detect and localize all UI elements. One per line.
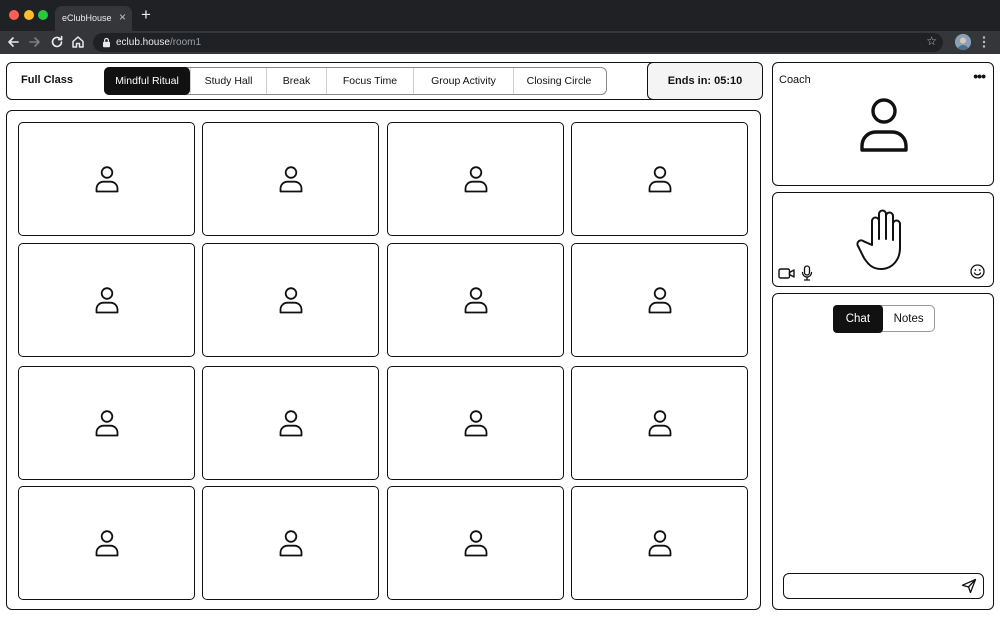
browser-titlebar: eClubHouse × +: [0, 0, 1000, 31]
close-window-button[interactable]: [9, 10, 19, 20]
back-arrow-icon[interactable]: [5, 34, 21, 50]
participant-tile[interactable]: [571, 122, 748, 236]
user-icon: [464, 166, 487, 193]
tab-mindful-ritual[interactable]: Mindful Ritual: [104, 67, 190, 95]
phase-tabs: Mindful Ritual Study Hall Break Focus Time G…: [104, 67, 607, 95]
url-text: eclub.house/room1: [116, 37, 201, 48]
session-timer: Ends in: 05:10: [647, 61, 763, 100]
video-camera-icon[interactable]: [778, 267, 795, 280]
participant-tile[interactable]: [387, 366, 564, 480]
microphone-icon[interactable]: [801, 265, 813, 281]
chat-input-box: [783, 573, 984, 599]
participant-tile[interactable]: [18, 243, 195, 357]
home-icon[interactable]: [70, 34, 86, 50]
user-icon: [95, 530, 118, 557]
coach-label: Coach: [779, 74, 811, 86]
user-icon: [648, 166, 671, 193]
tab-notes[interactable]: Notes: [883, 306, 934, 331]
user-icon: [95, 410, 118, 437]
send-icon[interactable]: [961, 578, 977, 594]
tab-chat[interactable]: Chat: [832, 304, 884, 333]
url-path: /room1: [169, 37, 202, 48]
tab-study-hall[interactable]: Study Hall: [190, 68, 266, 94]
profile-avatar[interactable]: [955, 34, 971, 50]
new-tab-button[interactable]: +: [141, 5, 151, 25]
participant-tile[interactable]: [202, 486, 379, 600]
participant-tile[interactable]: [202, 122, 379, 236]
user-icon: [464, 287, 487, 314]
room-header: Full Class Mindful Ritual Study Hall Break…: [6, 61, 763, 100]
coach-user-icon: [860, 98, 908, 152]
chat-notes-toggle: Chat Notes: [832, 304, 935, 333]
participant-tile[interactable]: [202, 243, 379, 357]
self-view-panel: [772, 192, 994, 287]
tab-title: eClubHouse: [62, 13, 112, 23]
participant-tile[interactable]: [387, 122, 564, 236]
browser-tab[interactable]: eClubHouse ×: [55, 6, 132, 31]
tab-close-icon[interactable]: ×: [119, 10, 126, 24]
participant-tile[interactable]: [571, 366, 748, 480]
tab-break[interactable]: Break: [266, 68, 326, 94]
user-icon: [648, 530, 671, 557]
tab-closing-circle[interactable]: Closing Circle: [513, 68, 604, 94]
participant-tile[interactable]: [571, 486, 748, 600]
url-host: eclub.house: [116, 37, 170, 48]
participant-tile[interactable]: [18, 366, 195, 480]
more-options-icon[interactable]: •••: [973, 69, 986, 83]
user-icon: [279, 530, 302, 557]
chat-input[interactable]: [790, 578, 950, 594]
bookmark-star-icon[interactable]: ☆: [926, 34, 937, 48]
browser-menu-icon[interactable]: [981, 35, 987, 49]
participant-tile[interactable]: [571, 243, 748, 357]
forward-arrow-icon[interactable]: [27, 34, 43, 50]
browser-toolbar: eclub.house/room1 ☆: [0, 31, 1000, 54]
reload-icon[interactable]: [49, 34, 65, 50]
user-icon: [279, 287, 302, 314]
participant-tile[interactable]: [18, 122, 195, 236]
participant-tile[interactable]: [387, 486, 564, 600]
participant-tile[interactable]: [387, 243, 564, 357]
chat-panel: Chat Notes: [772, 293, 994, 610]
lock-icon: [103, 37, 110, 48]
user-icon: [648, 410, 671, 437]
maximize-window-button[interactable]: [38, 10, 48, 20]
minimize-window-button[interactable]: [24, 10, 34, 20]
address-bar[interactable]: eclub.house/room1 ☆: [93, 33, 943, 52]
raised-hand-icon[interactable]: [854, 207, 912, 271]
smiley-icon[interactable]: [970, 264, 985, 279]
user-icon: [279, 166, 302, 193]
tab-group-activity[interactable]: Group Activity: [413, 68, 513, 94]
user-icon: [95, 287, 118, 314]
user-icon: [464, 530, 487, 557]
user-icon: [648, 287, 671, 314]
tab-focus-time[interactable]: Focus Time: [326, 68, 413, 94]
class-label: Full Class: [21, 74, 73, 86]
user-icon: [95, 166, 118, 193]
user-icon: [464, 410, 487, 437]
user-icon: [279, 410, 302, 437]
participant-grid: [6, 110, 761, 610]
coach-panel: Coach •••: [772, 62, 994, 186]
participant-tile[interactable]: [202, 366, 379, 480]
participant-tile[interactable]: [18, 486, 195, 600]
